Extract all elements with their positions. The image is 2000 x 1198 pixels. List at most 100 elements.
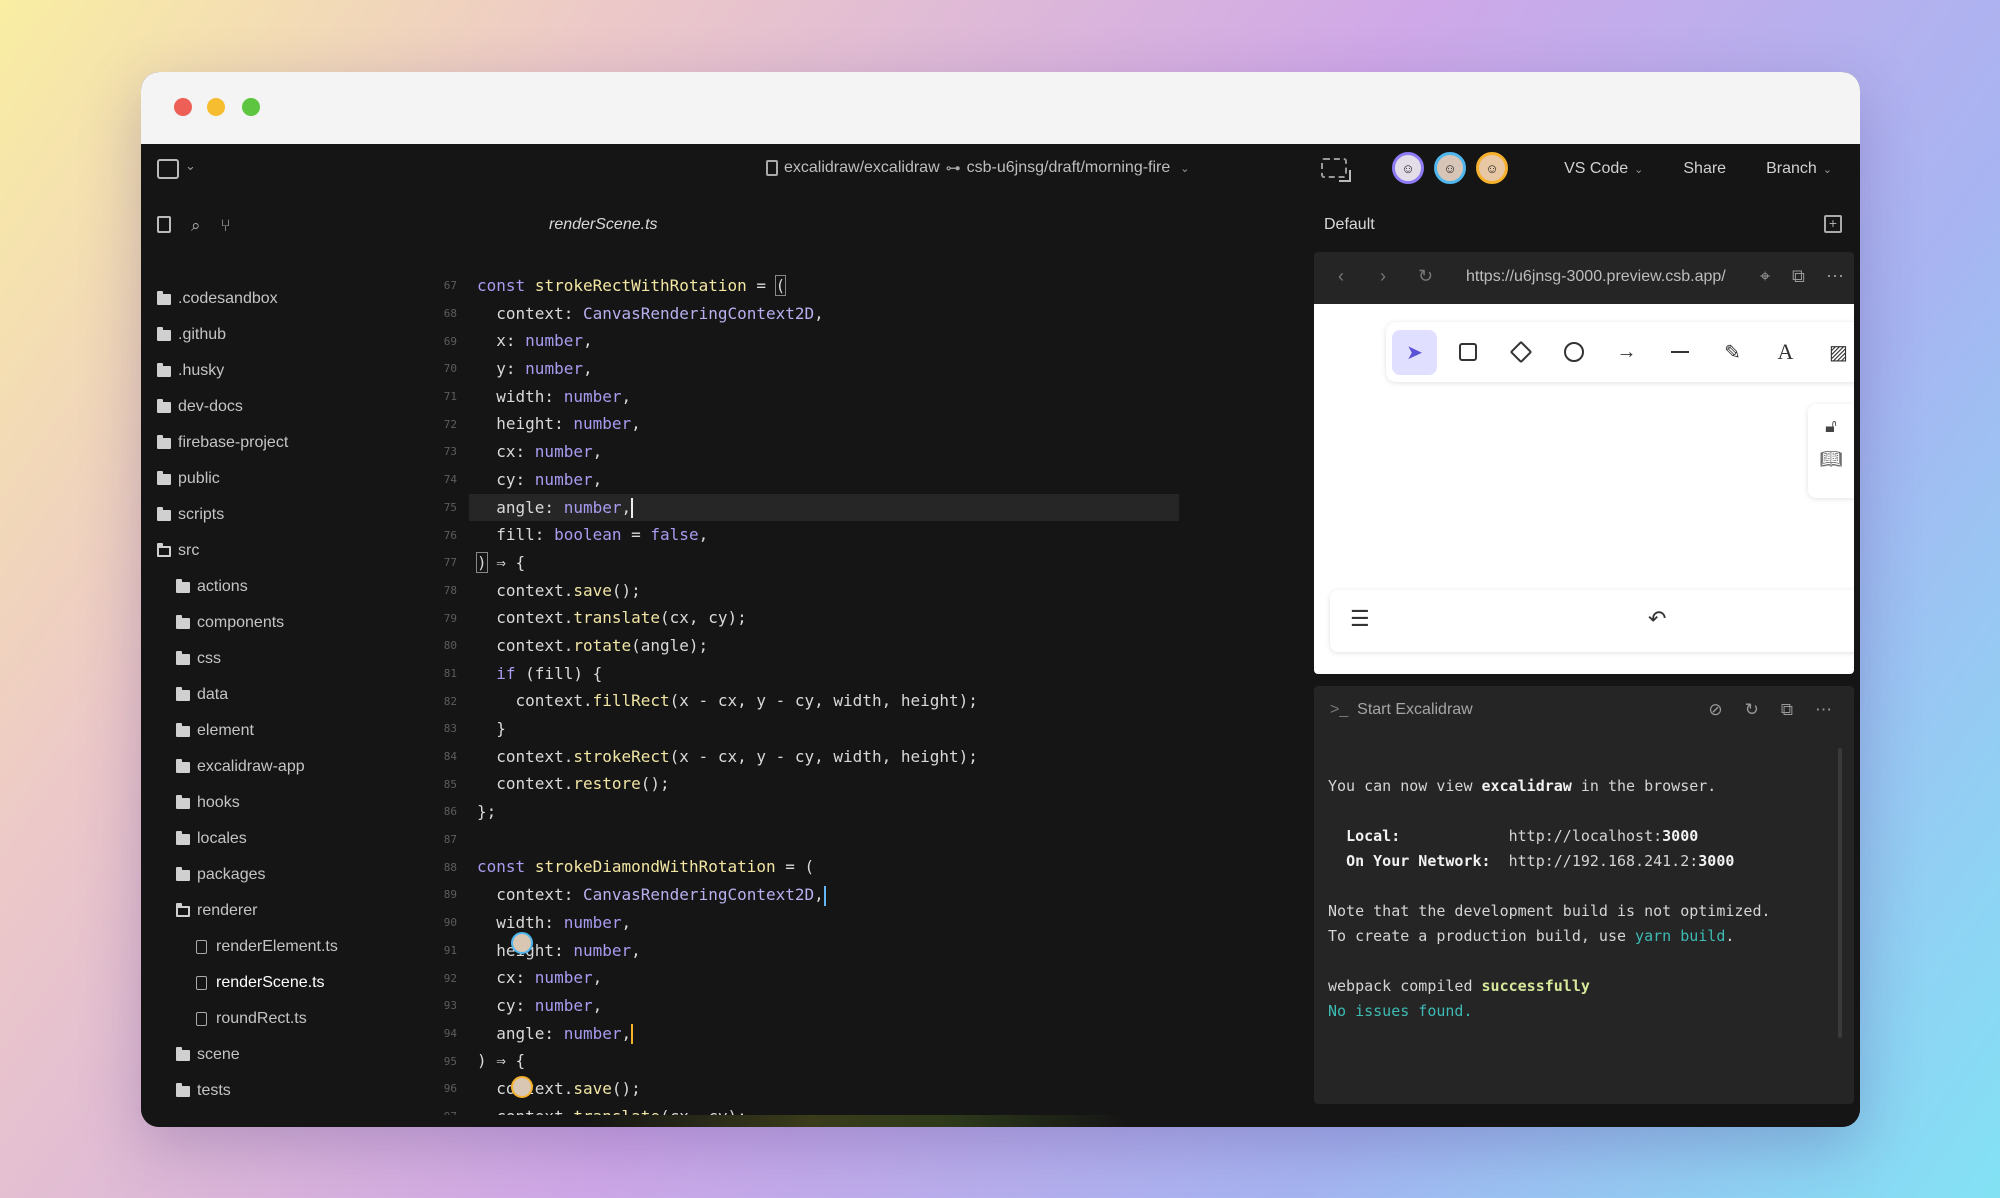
git-branch-icon[interactable]: ⑂ xyxy=(221,216,231,236)
avatar[interactable]: ☺ xyxy=(1434,152,1466,184)
preview-url[interactable]: https://u6jnsg-3000.preview.csb.app/ xyxy=(1466,268,1726,286)
code-line[interactable]: 79 context.translate(cx, cy); xyxy=(409,604,1306,632)
folder-item[interactable]: public xyxy=(141,461,409,497)
code-line[interactable]: 74 cy: number, xyxy=(409,466,1306,494)
image-tool-icon[interactable]: ▨ xyxy=(1816,330,1854,375)
tab-render-scene[interactable]: renderScene.ts xyxy=(549,216,658,234)
code-line[interactable]: 84 context.strokeRect(x - cx, y - cy, wi… xyxy=(409,743,1306,771)
close-window-button[interactable] xyxy=(174,98,192,116)
code-line[interactable]: 88 const strokeDiamondWithRotation = ( xyxy=(409,853,1306,881)
text-tool-icon[interactable]: A xyxy=(1763,330,1808,375)
folder-item[interactable]: data xyxy=(141,677,409,713)
library-icon[interactable]: 📖︎ xyxy=(1808,449,1854,470)
more-icon[interactable]: ⋯ xyxy=(1826,266,1844,287)
open-new-window-icon[interactable]: ⧉ xyxy=(1781,700,1793,720)
code-line[interactable]: 69 x: number, xyxy=(409,327,1306,355)
breadcrumb[interactable]: excalidraw/excalidraw ⊶ csb-u6jnsg/draft… xyxy=(766,159,1189,177)
code-editor[interactable]: renderScene.ts 67 const strokeRectWithRot… xyxy=(409,196,1567,1127)
code-line[interactable]: 75 angle: number, xyxy=(409,493,1306,522)
code-line[interactable]: 67 const strokeRectWithRotation = ( xyxy=(409,272,1306,300)
folder-item[interactable]: tests xyxy=(141,1073,409,1109)
excalidraw-canvas[interactable]: ➤ → ✎ A ▨ ⌫ 🔓︎ 📖︎ ☰ ↶ xyxy=(1314,304,1854,674)
folder-item[interactable]: css xyxy=(141,641,409,677)
code-line[interactable]: 92 cx: number, xyxy=(409,964,1306,992)
folder-item[interactable]: packages xyxy=(141,857,409,893)
back-icon[interactable]: ‹ xyxy=(1338,266,1344,287)
diamond-tool-icon[interactable] xyxy=(1498,330,1543,375)
rectangle-tool-icon[interactable] xyxy=(1445,330,1490,375)
code-lines[interactable]: 67 const strokeRectWithRotation = (68 con… xyxy=(409,272,1306,1127)
reload-icon[interactable]: ↻ xyxy=(1418,266,1433,287)
code-line[interactable]: 89 context: CanvasRenderingContext2D, xyxy=(409,881,1306,909)
open-new-window-icon[interactable]: ⧉ xyxy=(1792,266,1805,287)
folder-item[interactable]: dev-docs xyxy=(141,389,409,425)
maximize-window-button[interactable] xyxy=(242,98,260,116)
code-line[interactable]: 80 context.rotate(angle); xyxy=(409,632,1306,660)
clear-terminal-icon[interactable]: ⊘ xyxy=(1708,700,1722,720)
folder-item[interactable]: .husky xyxy=(141,353,409,389)
code-line[interactable]: 87 xyxy=(409,826,1306,854)
preview-toggle-icon[interactable] xyxy=(1321,158,1351,182)
arrow-tool-icon[interactable]: → xyxy=(1604,330,1649,375)
code-line[interactable]: 71 width: number, xyxy=(409,383,1306,411)
code-line[interactable]: 77) ⇒ { xyxy=(409,549,1306,577)
terminal-scrollbar[interactable] xyxy=(1838,748,1842,1038)
inspect-icon[interactable]: ⌖ xyxy=(1760,266,1770,287)
chevron-down-icon[interactable]: ⌄ xyxy=(185,158,196,174)
minimize-window-button[interactable] xyxy=(207,98,225,116)
line-tool-icon[interactable] xyxy=(1657,330,1702,375)
code-line[interactable]: 91 height: number, xyxy=(409,937,1306,965)
terminal-panel[interactable]: >_ Start Excalidraw ⊘ ↻ ⧉ ⋯ You can now … xyxy=(1314,686,1854,1104)
folder-item[interactable]: .codesandbox xyxy=(141,281,409,317)
folder-item[interactable]: element xyxy=(141,713,409,749)
share-button[interactable]: Share xyxy=(1683,160,1726,178)
folder-item[interactable]: scripts xyxy=(141,497,409,533)
code-line[interactable]: 93 cy: number, xyxy=(409,992,1306,1020)
folder-item[interactable]: firebase-project xyxy=(141,425,409,461)
folder-item[interactable]: renderer xyxy=(141,893,409,929)
draw-tool-icon[interactable]: ✎ xyxy=(1710,330,1755,375)
horizontal-scrollbar[interactable] xyxy=(409,1115,1306,1127)
file-item[interactable]: renderElement.ts xyxy=(141,929,409,965)
open-in-vscode-button[interactable]: VS Code ⌄ xyxy=(1564,160,1643,178)
selection-tool-icon[interactable]: ➤ xyxy=(1392,329,1437,375)
file-item[interactable]: renderScene.ts xyxy=(141,965,409,1001)
code-line[interactable]: 86}; xyxy=(409,798,1306,826)
code-line[interactable]: 90 width: number, xyxy=(409,909,1306,937)
forward-icon[interactable]: › xyxy=(1380,266,1386,287)
ellipse-tool-icon[interactable] xyxy=(1551,330,1596,375)
code-line[interactable]: 82 context.fillRect(x - cx, y - cy, widt… xyxy=(409,687,1306,715)
folder-item[interactable]: components xyxy=(141,605,409,641)
layout-menu-icon[interactable] xyxy=(157,159,179,179)
code-line[interactable]: 85 context.restore(); xyxy=(409,770,1306,798)
folder-item[interactable]: actions xyxy=(141,569,409,605)
branch-button[interactable]: Branch ⌄ xyxy=(1766,160,1832,178)
code-line[interactable]: 96 context.save(); xyxy=(409,1075,1306,1103)
code-line[interactable]: 94 angle: number, xyxy=(409,1020,1306,1048)
avatar[interactable]: ☺ xyxy=(1476,152,1508,184)
restart-icon[interactable]: ↻ xyxy=(1745,700,1759,720)
code-line[interactable]: 83 } xyxy=(409,715,1306,743)
folder-item[interactable]: hooks xyxy=(141,785,409,821)
folder-item[interactable]: locales xyxy=(141,821,409,857)
code-line[interactable]: 78 context.save(); xyxy=(409,577,1306,605)
code-line[interactable]: 81 if (fill) { xyxy=(409,660,1306,688)
folder-item[interactable]: .github xyxy=(141,317,409,353)
folder-item[interactable]: scene xyxy=(141,1037,409,1073)
menu-icon[interactable]: ☰ xyxy=(1350,606,1370,632)
file-item[interactable]: roundRect.ts xyxy=(141,1001,409,1037)
add-panel-icon[interactable]: + xyxy=(1824,215,1842,233)
code-line[interactable]: 73 cx: number, xyxy=(409,438,1306,466)
code-line[interactable]: 76 fill: boolean = false, xyxy=(409,521,1306,549)
search-icon[interactable]: ⌕ xyxy=(191,216,201,236)
code-line[interactable]: 95) ⇒ { xyxy=(409,1047,1306,1075)
folder-item[interactable]: excalidraw-app xyxy=(141,749,409,785)
folder-item[interactable]: src xyxy=(141,533,409,569)
more-icon[interactable]: ⋯ xyxy=(1815,700,1832,720)
code-line[interactable]: 68 context: CanvasRenderingContext2D, xyxy=(409,300,1306,328)
undo-icon[interactable]: ↶ xyxy=(1648,606,1666,632)
code-line[interactable]: 70 y: number, xyxy=(409,355,1306,383)
code-line[interactable]: 72 height: number, xyxy=(409,410,1306,438)
avatar[interactable]: ☺ xyxy=(1392,152,1424,184)
explorer-file-icon[interactable] xyxy=(157,216,171,233)
